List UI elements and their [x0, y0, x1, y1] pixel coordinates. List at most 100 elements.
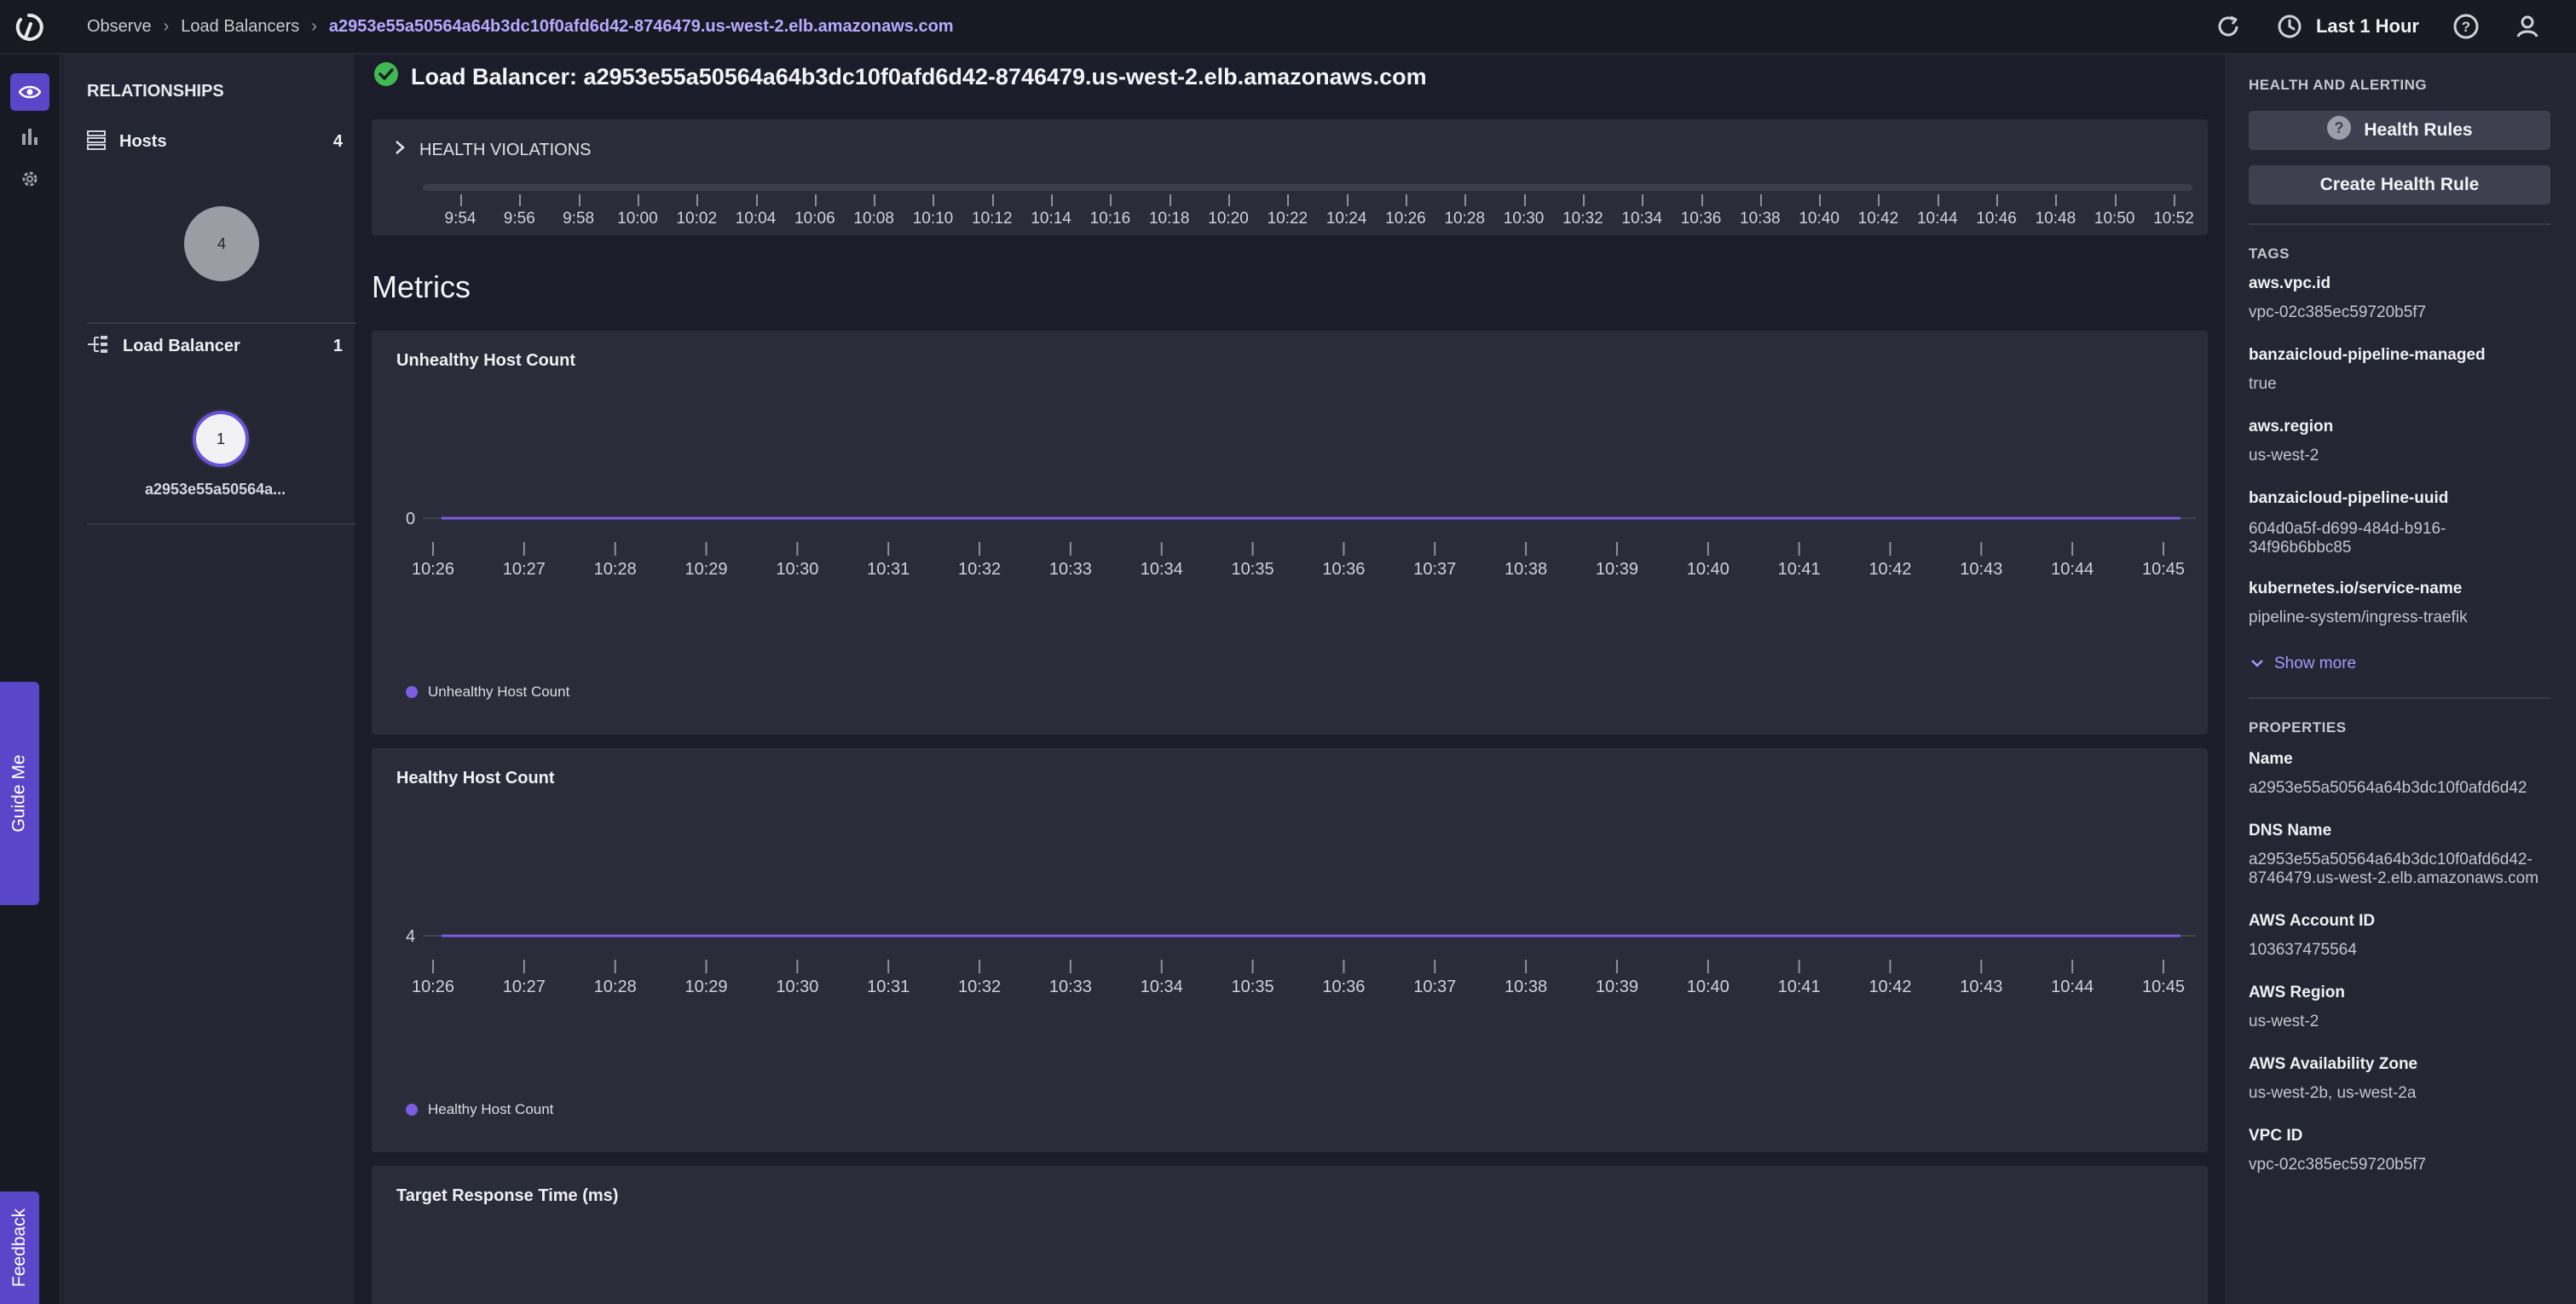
- x-tick-label: 10:35: [1232, 560, 1274, 579]
- relationship-hosts[interactable]: Hosts 4: [87, 126, 343, 157]
- axis-tick-label: 10:14: [1031, 210, 1071, 228]
- divider: [87, 322, 356, 324]
- breadcrumb-observe[interactable]: Observe: [87, 17, 152, 37]
- feedback-tab[interactable]: Feedback: [0, 1191, 39, 1304]
- hosts-label: Hosts: [119, 131, 167, 151]
- tag-key: banzaicloud-pipeline-uuid: [2249, 489, 2449, 507]
- health-violations-toggle[interactable]: HEALTH VIOLATIONS: [394, 140, 592, 160]
- create-health-rule-label: Create Health Rule: [2319, 175, 2480, 194]
- axis-tick: [755, 194, 758, 206]
- property-key: VPC ID: [2249, 1127, 2303, 1145]
- axis-tick: [1759, 194, 1762, 206]
- health-rules-button[interactable]: ? Health Rules: [2249, 111, 2550, 150]
- axis-tick: [1110, 194, 1112, 206]
- x-tick-label: 10:33: [1049, 978, 1092, 996]
- metrics-heading: Metrics: [372, 269, 471, 304]
- chart-legend[interactable]: Unhealthy Host Count: [406, 684, 569, 701]
- axis-tick-label: 10:08: [853, 210, 894, 228]
- server-stack-icon: [87, 130, 106, 154]
- x-tick-label: 10:30: [776, 978, 818, 996]
- axis-tick-label: 10:50: [2094, 210, 2135, 228]
- breadcrumb-current: a2953e55a50564a64b3dc10f0afd6d42-8746479…: [328, 16, 954, 36]
- property-key: AWS Availability Zone: [2249, 1055, 2418, 1073]
- x-tick-label: 10:43: [1960, 978, 2002, 996]
- tag-value: true: [2249, 375, 2277, 393]
- load-balancer-node[interactable]: 1: [193, 411, 249, 467]
- axis-tick-label: 10:12: [972, 210, 1013, 228]
- axis-tick: [1346, 194, 1349, 206]
- chart-plot: 4 10:26 10:27 10:28 10:29 10:30 10:31 10:32 10:3…: [406, 927, 2196, 996]
- x-tick-label: 10:38: [1505, 978, 1547, 996]
- x-tick-label: 10:27: [503, 978, 546, 996]
- relationship-load-balancer[interactable]: Load Balancer 1: [87, 331, 343, 361]
- top-actions: Last 1 Hour ?: [2214, 0, 2542, 53]
- gear-icon[interactable]: [10, 160, 49, 198]
- chart-legend[interactable]: Healthy Host Count: [406, 1101, 553, 1118]
- x-tick-label: 10:30: [776, 560, 818, 579]
- axis-tick-label: 10:06: [794, 210, 835, 228]
- load-balancer-node-label: a2953e55a50564a...: [145, 481, 286, 498]
- page-title-text: Load Balancer: a2953e55a50564a64b3dc10f0…: [411, 64, 1427, 89]
- x-tick-label: 10:39: [1596, 978, 1638, 996]
- axis-tick: [2114, 194, 2117, 206]
- x-tick-label: 10:31: [867, 560, 910, 579]
- x-tick-label: 10:28: [594, 978, 637, 996]
- divider: [87, 523, 356, 525]
- details-sidebar: HEALTH AND ALERTING ? Health Rules Creat…: [2225, 55, 2576, 1304]
- divider: [2249, 697, 2550, 699]
- axis-tick: [1523, 194, 1526, 206]
- axis-tick: [1996, 194, 1999, 206]
- legend-dot: [406, 686, 418, 698]
- create-health-rule-button[interactable]: Create Health Rule: [2249, 165, 2550, 205]
- guide-me-label: Guide Me: [9, 754, 30, 833]
- x-tick-label: 10:41: [1778, 560, 1821, 579]
- axis-tick-label: 10:00: [617, 210, 658, 228]
- axis-tick-label: 10:28: [1444, 210, 1486, 228]
- properties-section-title: PROPERTIES: [2249, 719, 2347, 736]
- axis-tick-label: 10:18: [1148, 210, 1190, 228]
- x-tick-label: 10:45: [2142, 560, 2185, 579]
- feedback-label: Feedback: [9, 1208, 30, 1288]
- user-icon[interactable]: [2513, 12, 2542, 41]
- refresh-icon[interactable]: [2214, 12, 2243, 41]
- axis-tick-label: 10:22: [1267, 210, 1308, 228]
- x-tick-label: 10:35: [1232, 978, 1274, 996]
- show-more-link[interactable]: Show more: [2250, 655, 2356, 673]
- x-tick-label: 10:40: [1687, 978, 1730, 996]
- axis-tick-label: 10:32: [1562, 210, 1603, 228]
- help-icon[interactable]: ?: [2452, 12, 2481, 41]
- load-balancer-node-count: 1: [216, 430, 225, 447]
- axis-tick: [578, 194, 580, 206]
- divider: [2249, 223, 2550, 225]
- time-range-picker[interactable]: Last 1 Hour: [2275, 12, 2419, 41]
- health-rules-label: Health Rules: [2364, 120, 2473, 140]
- x-tick-label: 10:34: [1141, 560, 1183, 579]
- property-value: us-west-2: [2249, 1013, 2319, 1030]
- axis-tick-label: 10:26: [1385, 210, 1426, 228]
- eye-icon[interactable]: [10, 73, 49, 111]
- axis-tick-label: 10:16: [1089, 210, 1131, 228]
- hosts-count: 4: [332, 131, 343, 151]
- page-title: Load Balancer: a2953e55a50564a64b3dc10f0…: [373, 61, 1427, 93]
- x-tick-label: 10:44: [2051, 978, 2094, 996]
- hosts-node[interactable]: 4: [184, 206, 259, 281]
- top-bar: Observe › Load Balancers › a2953e55a5056…: [0, 0, 2576, 55]
- tags-section-title: TAGS: [2249, 245, 2290, 262]
- tag-value: vpc-02c385ec59720b5f7: [2249, 303, 2427, 321]
- tag-key: kubernetes.io/service-name: [2249, 580, 2463, 597]
- axis-tick: [1937, 194, 1939, 206]
- breadcrumb: Observe › Load Balancers › a2953e55a5056…: [87, 0, 954, 53]
- x-tick-label: 10:26: [412, 978, 454, 996]
- breadcrumb-load-balancers[interactable]: Load Balancers: [181, 17, 299, 37]
- x-tick-label: 10:45: [2142, 978, 2185, 996]
- chevron-down-icon: [2250, 655, 2264, 673]
- x-tick-label: 10:29: [684, 560, 727, 579]
- axis-tick-label: 10:10: [912, 210, 954, 228]
- property-value: a2953e55a50564a64b3dc10f0afd6d42: [2249, 779, 2527, 797]
- axis-tick: [1642, 194, 1644, 206]
- chart-plot: 0 10:26 10:27 10:28 10:29 10:30 10:31 10:32 10:3…: [406, 510, 2196, 579]
- axis-tick-label: 10:04: [735, 210, 777, 228]
- bar-chart-icon[interactable]: [10, 118, 49, 155]
- app-logo-icon[interactable]: [14, 12, 44, 43]
- guide-me-tab[interactable]: Guide Me: [0, 682, 39, 905]
